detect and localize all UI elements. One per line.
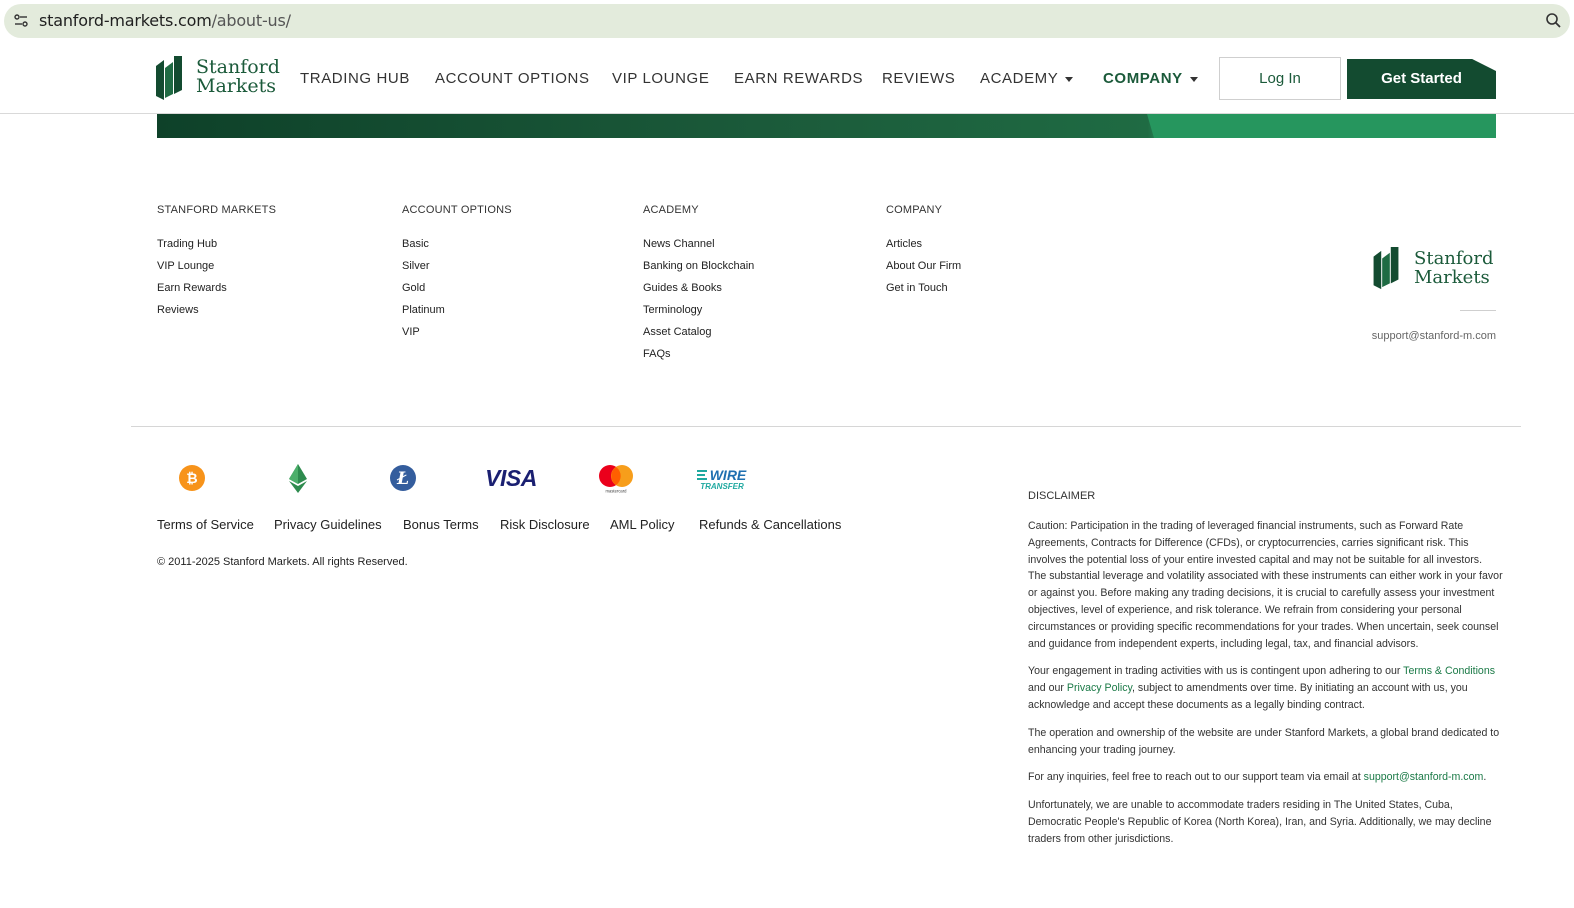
chevron-down-icon [1189,76,1198,82]
url-text[interactable]: stanford-markets.com/about-us/ [39,11,291,30]
footer-column-title: ACADEMY [643,204,699,216]
terms-of-service-link[interactable]: Terms of Service [157,517,254,532]
bitcoin-icon: ₿ [179,465,205,491]
litecoin-icon: Ł [390,465,416,491]
nav-earn-rewards[interactable]: EARN REWARDS [734,70,863,87]
disclaimer-text: Your engagement in trading activities wi… [1028,665,1404,678]
footer-column-academy: ACADEMY News Channel Banking on Blockcha… [643,204,754,369]
footer-link-reviews[interactable]: Reviews [157,303,276,325]
nav-academy-label: ACADEMY [980,70,1059,87]
footer-link-basic[interactable]: Basic [402,237,512,259]
browser-toolbar: stanford-markets.com/about-us/ [0,0,1574,44]
nav-account-options[interactable]: ACCOUNT OPTIONS [435,70,590,87]
decorative-banner-strip [157,114,1496,138]
footer-link-banking-on-blockchain[interactable]: Banking on Blockchain [643,259,754,281]
nav-vip-lounge[interactable]: VIP LOUNGE [612,70,709,87]
aml-policy-link[interactable]: AML Policy [610,517,675,532]
nav-company-label: COMPANY [1103,70,1183,87]
divider [1460,310,1496,311]
footer-divider [131,426,1521,427]
get-started-button[interactable]: Get Started [1347,59,1496,99]
footer-column-company: COMPANY Articles About Our Firm Get in T… [886,204,961,303]
wire-transfer-icon: WIRE TRANSFER [697,467,747,491]
disclaimer-paragraph-jurisdictions: Unfortunately, we are unable to accommod… [1028,799,1492,845]
privacy-policy-link[interactable]: Privacy Policy [1067,682,1132,694]
url-domain: stanford-markets.com [39,11,212,30]
footer-link-platinum[interactable]: Platinum [402,303,512,325]
logo-line2: Markets [196,75,277,97]
disclaimer-text: and our [1028,682,1067,695]
footer-link-trading-hub[interactable]: Trading Hub [157,237,276,259]
mastercard-text: mastercard [606,489,628,494]
footer-link-earn-rewards[interactable]: Earn Rewards [157,281,276,303]
footer-column-title: ACCOUNT OPTIONS [402,204,512,216]
footer-link-articles[interactable]: Articles [886,237,961,259]
logo-mark-icon [1373,247,1399,290]
url-path: /about-us/ [211,11,291,30]
footer-link-gold[interactable]: Gold [402,281,512,303]
site-header: Stanford Markets TRADING HUB ACCOUNT OPT… [0,44,1574,114]
disclaimer-title: DISCLAIMER [1028,490,1096,502]
visa-text: VISA [485,465,537,491]
terms-conditions-link[interactable]: Terms & Conditions [1403,665,1495,677]
footer-logo-line2: Markets [1414,267,1490,288]
logo[interactable]: Stanford Markets [156,56,281,102]
address-bar[interactable]: stanford-markets.com/about-us/ [4,4,1570,38]
refunds-cancellations-link[interactable]: Refunds & Cancellations [699,517,841,532]
ethereum-icon [289,464,307,493]
footer-link-get-in-touch[interactable]: Get in Touch [886,281,961,303]
footer-logo-line1: Stanford [1414,248,1494,269]
disclaimer-text: For any inquiries, feel free to reach ou… [1028,771,1364,784]
copyright: © 2011-2025 Stanford Markets. All rights… [157,556,408,568]
footer-link-vip-lounge[interactable]: VIP Lounge [157,259,276,281]
bonus-terms-link[interactable]: Bonus Terms [403,517,479,532]
chevron-down-icon [1065,76,1074,82]
search-icon[interactable] [1544,11,1564,31]
mastercard-icon: mastercard [599,465,633,494]
risk-disclosure-link[interactable]: Risk Disclosure [500,517,590,532]
logo-mark-icon [156,56,182,100]
transfer-text: TRANSFER [700,482,744,491]
disclaimer-paragraph-ownership: The operation and ownership of the websi… [1028,726,1500,756]
disclaimer-text: . [1483,771,1487,784]
disclaimer: DISCLAIMER Caution: Participation in the… [1028,490,1503,859]
footer-link-faqs[interactable]: FAQs [643,347,754,369]
footer-column-title: COMPANY [886,204,943,216]
privacy-guidelines-link[interactable]: Privacy Guidelines [274,517,382,532]
wire-text: WIRE [710,467,747,483]
support-email-link[interactable]: support@stanford-m.com [1364,771,1484,783]
visa-icon: VISA [485,465,537,491]
svg-text:₿: ₿ [186,471,197,487]
nav-reviews[interactable]: REVIEWS [882,70,955,87]
logo-text: Stanford Markets [196,58,280,96]
nav-academy[interactable]: ACADEMY [980,70,1074,87]
login-button[interactable]: Log In [1219,57,1341,100]
footer-support-email[interactable]: support@stanford-m.com [1372,330,1496,342]
footer-link-asset-catalog[interactable]: Asset Catalog [643,325,754,347]
nav-company[interactable]: COMPANY [1103,70,1198,87]
site-settings-icon[interactable] [12,12,30,30]
footer-link-terminology[interactable]: Terminology [643,303,754,325]
footer-column-title: STANFORD MARKETS [157,204,277,216]
disclaimer-paragraph-risk: Caution: Participation in the trading of… [1028,520,1503,650]
footer-link-news-channel[interactable]: News Channel [643,237,754,259]
footer-link-silver[interactable]: Silver [402,259,512,281]
disclaimer-paragraph-terms: Your engagement in trading activities wi… [1028,663,1503,713]
footer-link-guides-books[interactable]: Guides & Books [643,281,754,303]
footer-logo[interactable]: Stanford Markets [1373,247,1498,293]
svg-text:Ł: Ł [396,469,409,489]
footer-column-account-options: ACCOUNT OPTIONS Basic Silver Gold Platin… [402,204,512,347]
footer-column-stanford-markets: STANFORD MARKETS Trading Hub VIP Lounge … [157,204,276,325]
nav-trading-hub[interactable]: TRADING HUB [300,70,410,87]
disclaimer-paragraph-contact: For any inquiries, feel free to reach ou… [1028,769,1503,786]
footer-link-about-our-firm[interactable]: About Our Firm [886,259,961,281]
footer-link-vip[interactable]: VIP [402,325,512,347]
footer-logo-text: Stanford Markets [1414,249,1494,287]
